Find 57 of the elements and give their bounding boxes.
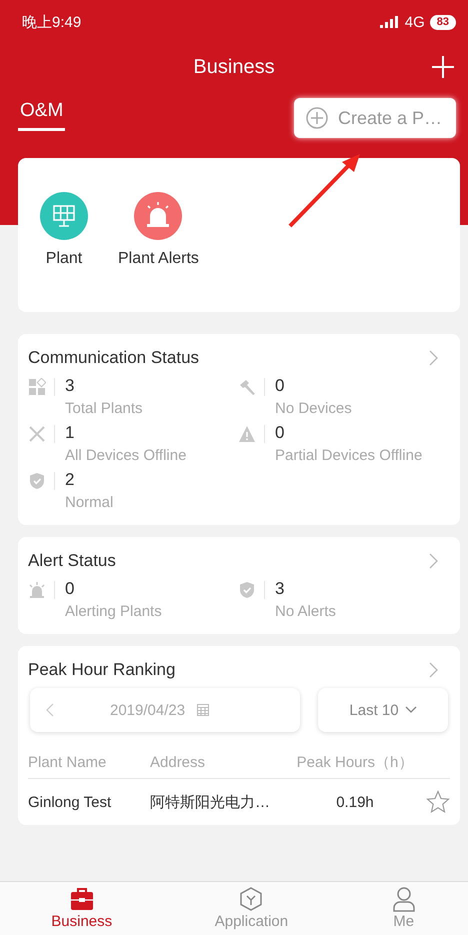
stat-label: Alerting Plants [65, 603, 162, 620]
stat-value: 0 [275, 376, 286, 396]
tab[interactable]: O&M [18, 98, 66, 131]
nav-tab[interactable]: Application [208, 882, 294, 935]
warning-icon [238, 425, 265, 443]
add-icon[interactable] [432, 56, 454, 78]
stat-label: Normal [65, 494, 114, 511]
section-title: Alert Status [28, 551, 116, 571]
shield-icon [238, 581, 265, 599]
shortcut-item[interactable]: Plant [40, 192, 88, 312]
stat-label: All Devices Offline [65, 447, 186, 464]
page-title: Business [193, 56, 275, 78]
cross-icon [28, 425, 55, 443]
column-header: Peak Hours（h） [296, 752, 414, 772]
stat-label: No Devices [275, 400, 352, 417]
stat-value: 3 [275, 579, 286, 599]
shortcut-label: Plant Alerts [118, 250, 199, 268]
stat-value: 1 [65, 423, 76, 443]
nav-tab[interactable]: Business [45, 882, 118, 935]
stat-value: 3 [65, 376, 76, 396]
chevron-right-icon[interactable] [429, 662, 438, 678]
range-dropdown[interactable]: Last 10 [318, 688, 448, 732]
cube-icon [238, 886, 264, 912]
stat-label: No Alerts [275, 603, 336, 620]
network-label: 4G [404, 14, 425, 30]
column-header: Plant Name [28, 754, 108, 770]
status-time: 晚上9:49 [22, 12, 82, 32]
shield-icon [28, 472, 55, 490]
star-icon[interactable] [426, 790, 450, 814]
siren-icon [28, 581, 55, 599]
plus-circle-icon [306, 107, 328, 129]
section-title: Communication Status [28, 348, 200, 368]
chevron-left-icon[interactable] [46, 703, 54, 717]
plant-name-cell-text: Ginlong Test [28, 794, 112, 810]
grid-icon [28, 378, 55, 396]
nav-tab[interactable]: Me [384, 882, 423, 935]
stat-value: 2 [65, 470, 76, 490]
shortcut-label: Plant [46, 250, 82, 268]
stat-value: 0 [275, 423, 286, 443]
create-plant-button[interactable]: Create a P… [294, 98, 456, 138]
address-cell-text: 阿特斯阳光电力… [150, 792, 271, 812]
column-header: Address [150, 754, 206, 770]
chevron-right-icon[interactable] [429, 350, 438, 366]
caret-icon [404, 706, 417, 714]
stat-label: Total Plants [65, 400, 143, 417]
calendar-icon [197, 704, 210, 716]
briefcase-icon [68, 886, 95, 912]
section-title: Peak Hour Ranking [28, 660, 176, 680]
signal-icon [380, 16, 400, 28]
stat-label: Partial Devices Offline [275, 447, 422, 464]
stat-value: 0 [65, 579, 76, 599]
shortcut-item[interactable]: Plant Alerts [118, 192, 199, 312]
chevron-right-icon[interactable] [429, 553, 438, 569]
peak-hours-cell-text: 0.19h [335, 794, 375, 810]
person-icon [390, 886, 417, 912]
date-picker[interactable]: 2019/04/23 [30, 688, 300, 732]
hammer-icon [238, 378, 265, 396]
